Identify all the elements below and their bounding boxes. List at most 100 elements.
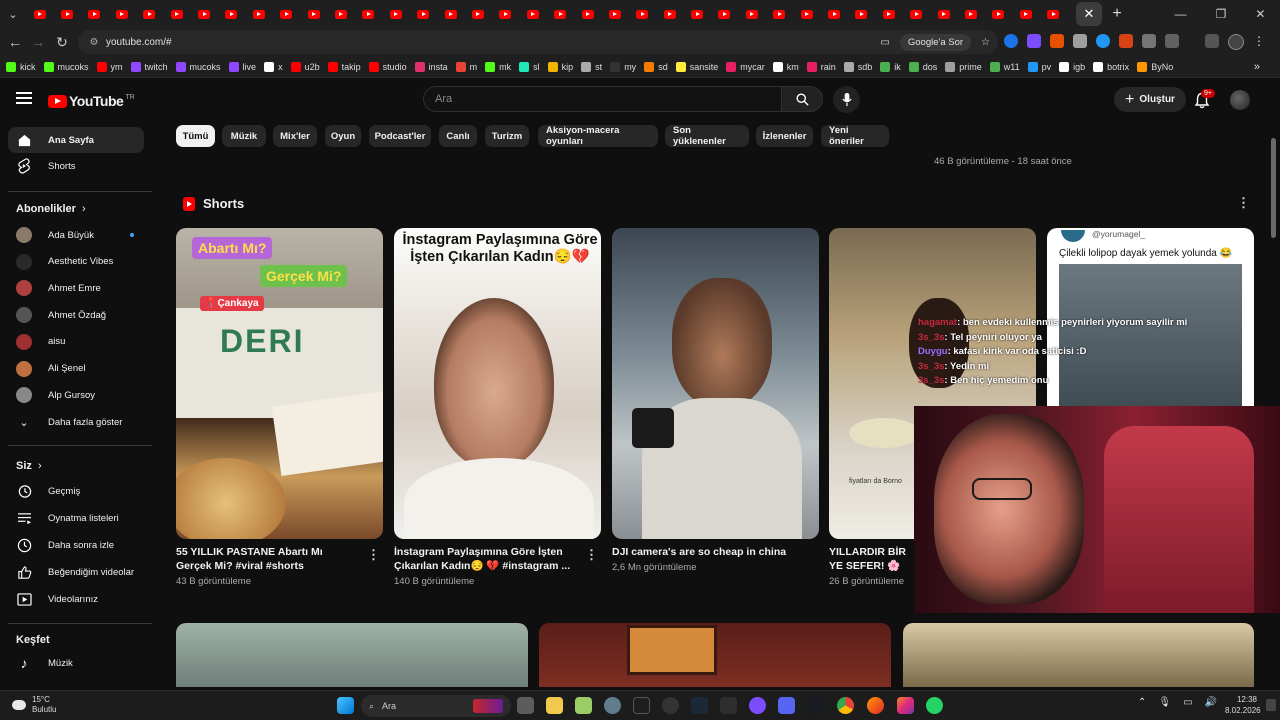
- bookmark-star-icon[interactable]: ☆: [981, 37, 990, 48]
- video-thumbnail[interactable]: [903, 623, 1254, 687]
- new-tab-button[interactable]: +: [1104, 5, 1130, 23]
- browser-tab[interactable]: [163, 1, 190, 27]
- bookmark-item[interactable]: st: [581, 61, 602, 72]
- file-explorer-icon[interactable]: [546, 697, 563, 714]
- sidebar-item-liked[interactable]: Beğendiğim videolar: [8, 559, 144, 585]
- browser-tab[interactable]: [26, 1, 53, 27]
- video-thumbnail[interactable]: [176, 623, 528, 687]
- browser-tab[interactable]: [190, 1, 217, 27]
- notepad-icon[interactable]: [575, 697, 592, 714]
- browser-tab[interactable]: [930, 1, 957, 27]
- browser-tab[interactable]: [382, 1, 409, 27]
- search-input[interactable]: Ara: [423, 86, 781, 112]
- browser-tab[interactable]: [656, 1, 683, 27]
- filter-chip[interactable]: Aksiyon-macera oyunları: [538, 125, 658, 147]
- whatsapp-icon[interactable]: [926, 697, 943, 714]
- chrome-icon[interactable]: [837, 697, 854, 714]
- bookmark-item[interactable]: sd: [644, 61, 668, 72]
- task-view-icon[interactable]: [517, 697, 534, 714]
- windows-start-icon[interactable]: [337, 697, 354, 714]
- sidebar-item-home[interactable]: Ana Sayfa: [8, 127, 144, 153]
- taskbar-search[interactable]: ⌕ Ara: [361, 695, 511, 717]
- chevron-up-icon[interactable]: ⌃: [1138, 697, 1146, 708]
- browser-tab[interactable]: [1039, 1, 1066, 27]
- filter-chip[interactable]: İzlenenler: [756, 125, 813, 147]
- bookmark-item[interactable]: botrix: [1093, 61, 1129, 72]
- browser-tab[interactable]: [985, 1, 1012, 27]
- bookmark-item[interactable]: kick: [6, 61, 36, 72]
- search-button[interactable]: [781, 86, 823, 112]
- instagram-icon[interactable]: [897, 697, 914, 714]
- forward-icon[interactable]: →: [26, 34, 50, 50]
- bookmark-item[interactable]: prime: [945, 61, 982, 72]
- bookmark-item[interactable]: rain: [806, 61, 836, 72]
- headset-app-icon[interactable]: [633, 697, 650, 714]
- microphone-icon[interactable]: 🎙: [1158, 697, 1171, 708]
- notification-center-icon[interactable]: [1266, 699, 1276, 711]
- reading-list-icon[interactable]: [1205, 34, 1219, 48]
- short-title[interactable]: 55 YILLIK PASTANE Abartı Mı Gerçek Mi? #…: [176, 545, 361, 573]
- app-icon[interactable]: [720, 697, 737, 714]
- filter-chip[interactable]: Mix'ler: [273, 125, 317, 147]
- sidebar-item-shorts[interactable]: Shorts: [8, 153, 144, 179]
- browser-tab[interactable]: [492, 1, 519, 27]
- browser-tab[interactable]: [108, 1, 135, 27]
- browser-tab[interactable]: [875, 1, 902, 27]
- bookmark-item[interactable]: ik: [880, 61, 901, 72]
- youtube-logo[interactable]: YouTube TR: [48, 93, 135, 109]
- filter-chip[interactable]: Yeni öneriler: [821, 125, 889, 147]
- short-title[interactable]: İnstagram Paylaşımına Göre İşten Çıkarıl…: [394, 545, 579, 573]
- browser-tab[interactable]: [218, 1, 245, 27]
- close-window-icon[interactable]: ✕: [1255, 7, 1265, 21]
- bookmark-item[interactable]: takip: [327, 61, 361, 72]
- bookmark-item[interactable]: live: [228, 61, 256, 72]
- extension-icon[interactable]: [1027, 34, 1041, 48]
- bookmark-item[interactable]: mycar: [726, 61, 765, 72]
- system-clock[interactable]: 12:38 8.02.2026: [1225, 694, 1261, 716]
- browser-tab[interactable]: [629, 1, 656, 27]
- sidebar-item-music[interactable]: ♪ Müzik: [8, 650, 144, 676]
- maximize-icon[interactable]: ❐: [1216, 7, 1227, 21]
- filter-chip[interactable]: Oyun: [325, 125, 361, 147]
- browser-tab[interactable]: [437, 1, 464, 27]
- subscriptions-heading[interactable]: Abonelikler ›: [16, 203, 86, 215]
- browser-tab[interactable]: [53, 1, 80, 27]
- extension-icon[interactable]: [1004, 34, 1018, 48]
- browser-tab[interactable]: [245, 1, 272, 27]
- browser-tab[interactable]: [519, 1, 546, 27]
- google-sor-button[interactable]: Google'a Sor: [899, 33, 972, 51]
- browser-tab[interactable]: [136, 1, 163, 27]
- profile-avatar[interactable]: [1228, 34, 1244, 50]
- github-icon[interactable]: [662, 697, 679, 714]
- browser-tab[interactable]: [683, 1, 710, 27]
- discord-icon[interactable]: [778, 697, 795, 714]
- cast-icon[interactable]: ▭: [880, 37, 889, 48]
- you-heading[interactable]: Siz ›: [16, 460, 42, 472]
- bookmark-item[interactable]: w11: [989, 61, 1020, 72]
- tab-close-icon[interactable]: ✕: [1076, 2, 1102, 26]
- extension-icon[interactable]: [1050, 34, 1064, 48]
- browser-tab[interactable]: [300, 1, 327, 27]
- sidebar-item-history[interactable]: Geçmiş: [8, 478, 144, 504]
- browser-tab[interactable]: [601, 1, 628, 27]
- bookmark-item[interactable]: dos: [908, 61, 937, 72]
- subscription-item[interactable]: Aesthetic Vibes: [8, 249, 144, 275]
- tab-search-icon[interactable]: ⌄: [0, 1, 26, 27]
- user-avatar[interactable]: [1230, 90, 1250, 110]
- bookmark-item[interactable]: km: [772, 61, 799, 72]
- browser-tab[interactable]: [711, 1, 738, 27]
- browser-tab[interactable]: [81, 1, 108, 27]
- video-thumbnail[interactable]: [539, 623, 891, 687]
- bookmark-item[interactable]: sdb: [843, 61, 872, 72]
- more-options-icon[interactable]: ⋮: [1237, 195, 1250, 211]
- bookmark-item[interactable]: sansite: [675, 61, 718, 72]
- filter-chip[interactable]: Tümü: [176, 125, 215, 147]
- site-info-icon[interactable]: ⚙: [84, 37, 104, 48]
- filter-chip[interactable]: Müzik: [222, 125, 266, 147]
- bookmark-item[interactable]: pv: [1027, 61, 1051, 72]
- bookmark-item[interactable]: u2b: [290, 61, 320, 72]
- bookmarks-overflow-icon[interactable]: »: [1254, 61, 1260, 73]
- filter-chip[interactable]: Podcast'ler: [369, 125, 431, 147]
- browser-tab[interactable]: [820, 1, 847, 27]
- filter-chip[interactable]: Son yüklenenler: [665, 125, 749, 147]
